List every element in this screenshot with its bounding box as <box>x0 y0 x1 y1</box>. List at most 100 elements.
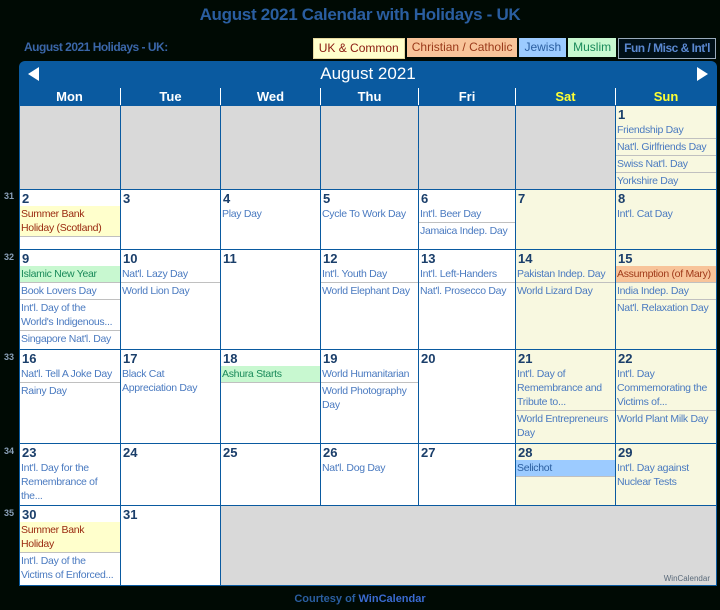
holiday-event[interactable]: Nat'l. Prosecco Day <box>419 283 515 299</box>
day-cell[interactable]: 17 Black Cat Appreciation Day <box>121 350 220 443</box>
holiday-event[interactable]: Int'l. Day of Remembrance and Tribute to… <box>516 366 615 411</box>
weekday-header-sun: Sun <box>615 88 716 105</box>
holiday-event[interactable]: Yorkshire Day <box>616 173 716 189</box>
day-number: 30 <box>22 507 37 522</box>
day-number: 11 <box>223 251 237 266</box>
holiday-event[interactable]: Play Day <box>221 206 320 222</box>
holiday-event[interactable]: Nat'l. Dog Day <box>321 460 418 476</box>
day-cell[interactable]: 20 <box>419 350 515 443</box>
day-cell[interactable]: 9 Islamic New Year Book Lovers Day Int'l. D… <box>20 250 120 349</box>
legend-uk[interactable]: UK & Common <box>312 38 405 59</box>
week-number: 33 <box>4 352 15 362</box>
wincalendar-link[interactable]: WinCalendar <box>359 593 426 605</box>
holiday-event[interactable]: Nat'l. Lazy Day <box>121 266 220 283</box>
day-number: 31 <box>123 507 138 522</box>
holiday-event[interactable]: Rainy Day <box>20 383 120 399</box>
holiday-event[interactable]: Book Lovers Day <box>20 283 120 300</box>
holiday-event[interactable]: World Lizard Day <box>516 283 615 299</box>
day-cell[interactable]: 25 <box>221 444 320 505</box>
holiday-event[interactable]: Nat'l. Girlfriends Day <box>616 139 716 156</box>
day-cell[interactable]: 16 Nat'l. Tell A Joke Day Rainy Day <box>20 350 120 443</box>
day-cell[interactable]: 14 Pakistan Indep. Day World Lizard Day <box>516 250 615 349</box>
day-cell[interactable]: 6 Int'l. Beer Day Jamaica Indep. Day <box>419 190 515 249</box>
holiday-event[interactable]: Int'l. Day Commemorating the Victims of.… <box>616 366 716 411</box>
month-label: August 2021 <box>320 64 416 83</box>
holiday-event[interactable]: Assumption (of Mary) <box>616 266 716 283</box>
holiday-event[interactable]: Int'l. Beer Day <box>419 206 515 223</box>
holiday-event[interactable]: Int'l. Day against Nuclear Tests <box>616 460 716 490</box>
holiday-event[interactable]: Int'l. Day for the Remembrance of the... <box>20 460 120 504</box>
day-cell[interactable]: 18 Ashura Starts <box>221 350 320 443</box>
holiday-event[interactable]: World Elephant Day <box>321 283 418 299</box>
holiday-event[interactable]: Nat'l. Relaxation Day <box>616 300 716 316</box>
holiday-event[interactable]: Int'l. Day of the World's Indigenous... <box>20 300 120 331</box>
day-cell[interactable]: 26 Nat'l. Dog Day <box>321 444 418 505</box>
holiday-event[interactable]: Cycle To Work Day <box>321 206 418 222</box>
empty-cell <box>221 106 320 189</box>
holiday-event[interactable]: Jamaica Indep. Day <box>419 223 515 239</box>
holiday-event[interactable]: India Indep. Day <box>616 283 716 300</box>
legend-mus[interactable]: Muslim <box>568 38 617 57</box>
legend-jew[interactable]: Jewish <box>519 38 567 57</box>
holiday-legend: UK & Common Christian / Catholic Jewish Mus… <box>312 38 716 59</box>
holiday-event[interactable]: World Humanitarian <box>321 366 418 383</box>
day-cell[interactable]: 24 <box>121 444 220 505</box>
holiday-event[interactable]: Swiss Nat'l. Day <box>616 156 716 173</box>
day-cell[interactable]: 8 Int'l. Cat Day <box>616 190 716 249</box>
day-number: 18 <box>223 351 238 366</box>
holiday-event[interactable]: Pakistan Indep. Day <box>516 266 615 283</box>
day-cell[interactable]: 4 Play Day <box>221 190 320 249</box>
day-cell[interactable]: 7 <box>516 190 615 249</box>
next-month-triangle-right-icon[interactable] <box>697 67 708 81</box>
holiday-event[interactable]: World Photography Day <box>321 383 418 413</box>
holiday-event[interactable]: Friendship Day <box>616 122 716 139</box>
day-number: 3 <box>123 191 131 206</box>
day-cell[interactable]: 21 Int'l. Day of Remembrance and Tribute … <box>516 350 615 443</box>
holiday-event[interactable]: Selichot <box>516 460 615 477</box>
empty-cell <box>321 106 418 189</box>
day-cell[interactable]: 3 <box>121 190 220 249</box>
day-cell[interactable]: 11 <box>221 250 320 349</box>
day-cell[interactable]: 13 Int'l. Left-Handers Nat'l. Prosecco Day <box>419 250 515 349</box>
page-title: August 2021 Calendar with Holidays - UK <box>199 5 521 24</box>
day-cell[interactable]: 5 Cycle To Work Day <box>321 190 418 249</box>
holiday-event[interactable]: Summer Bank Holiday <box>20 522 120 553</box>
empty-cell: WinCalendar <box>221 506 716 585</box>
holiday-event[interactable]: Singapore Nat'l. Day <box>20 331 120 347</box>
empty-cell <box>20 106 120 189</box>
empty-cell <box>516 106 615 189</box>
day-cell[interactable]: 19 World Humanitarian World Photography Da… <box>321 350 418 443</box>
day-number: 29 <box>618 445 633 460</box>
day-cell[interactable]: 15 Assumption (of Mary) India Indep. Day Na… <box>616 250 716 349</box>
holiday-event[interactable]: Summer Bank Holiday (Scotland) <box>20 206 120 237</box>
day-cell[interactable]: 22 Int'l. Day Commemorating the Victims o… <box>616 350 716 443</box>
legend-fun[interactable]: Fun / Misc & Int'l <box>618 38 716 59</box>
holiday-event[interactable]: Int'l. Left-Handers <box>419 266 515 283</box>
holiday-event[interactable]: Int'l. Youth Day <box>321 266 418 283</box>
day-cell[interactable]: 1 Friendship Day Nat'l. Girlfriends Day Swi… <box>616 106 716 189</box>
day-cell[interactable]: 12 Int'l. Youth Day World Elephant Day <box>321 250 418 349</box>
day-cell[interactable]: 27 <box>419 444 515 505</box>
holiday-event[interactable]: Int'l. Day of the Victims of Enforced... <box>20 553 120 583</box>
day-cell[interactable]: 30 Summer Bank Holiday Int'l. Day of the V… <box>20 506 120 585</box>
weekday-header-mon: Mon <box>56 89 83 104</box>
legend-chr[interactable]: Christian / Catholic <box>406 38 518 57</box>
day-number: 5 <box>323 191 331 206</box>
day-cell[interactable]: 31 <box>121 506 220 585</box>
day-number: 12 <box>323 251 338 266</box>
day-cell[interactable]: 2 Summer Bank Holiday (Scotland) <box>20 190 120 249</box>
day-cell[interactable]: 29 Int'l. Day against Nuclear Tests <box>616 444 716 505</box>
holiday-event[interactable]: Islamic New Year <box>20 266 120 283</box>
holiday-event[interactable]: Black Cat Appreciation Day <box>121 366 220 396</box>
holiday-event[interactable]: Int'l. Cat Day <box>616 206 716 222</box>
day-cell[interactable]: 23 Int'l. Day for the Remembrance of the.… <box>20 444 120 505</box>
holiday-event[interactable]: Nat'l. Tell A Joke Day <box>20 366 120 383</box>
holiday-event[interactable]: World Plant Milk Day <box>616 411 716 427</box>
day-cell[interactable]: 10 Nat'l. Lazy Day World Lion Day <box>121 250 220 349</box>
day-number: 23 <box>22 445 37 460</box>
holiday-event[interactable]: Ashura Starts <box>221 366 320 383</box>
holiday-event[interactable]: World Entrepreneurs Day <box>516 411 615 441</box>
day-cell[interactable]: 28 Selichot <box>516 444 615 505</box>
weekday-header-sat: Sat <box>515 88 615 105</box>
holiday-event[interactable]: World Lion Day <box>121 283 220 299</box>
